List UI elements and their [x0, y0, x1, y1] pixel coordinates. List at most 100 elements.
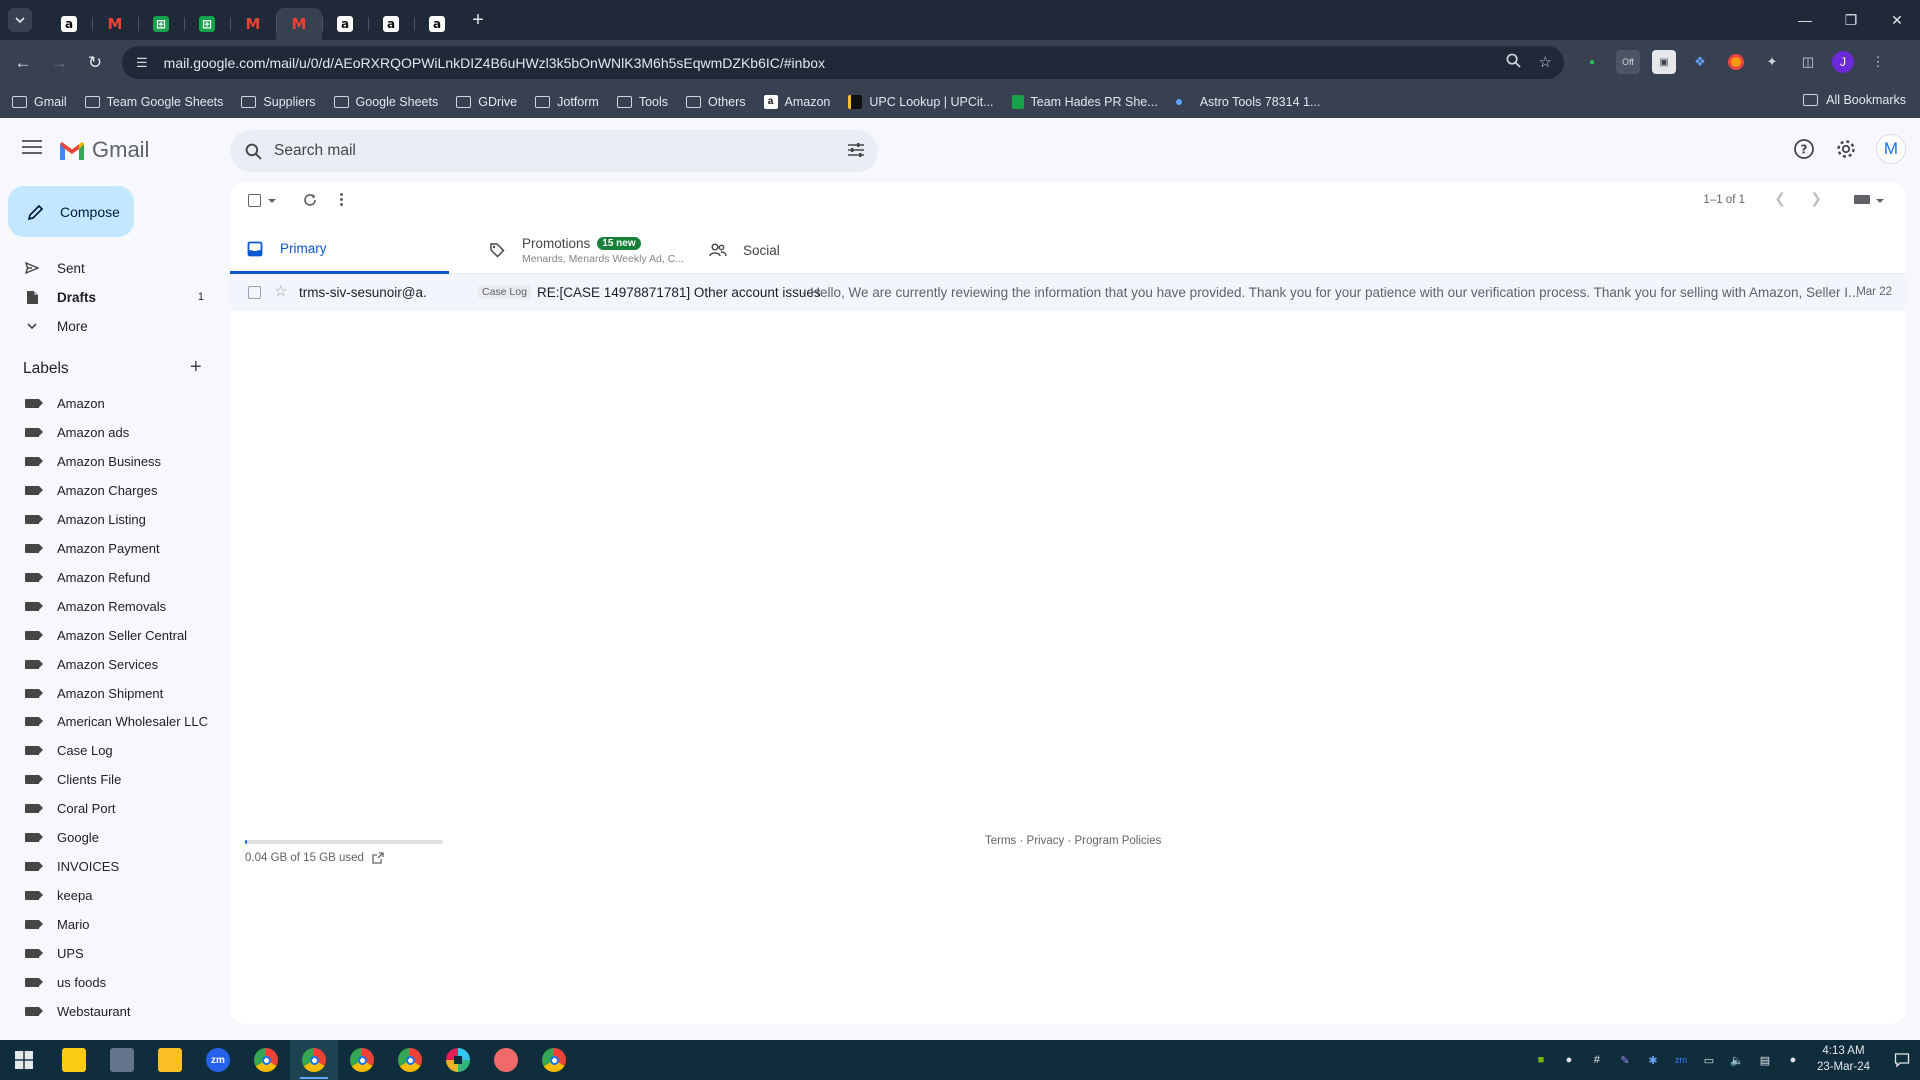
label-item[interactable]: Case Log — [0, 737, 218, 764]
taskbar-zoom[interactable]: zm — [194, 1040, 242, 1080]
email-label-chip[interactable]: Case Log — [478, 285, 531, 299]
taskbar-calculator[interactable] — [98, 1040, 146, 1080]
label-item[interactable]: INVOICES — [0, 853, 218, 880]
image-extension-icon[interactable]: ▣ — [1652, 50, 1676, 74]
account-avatar[interactable]: M — [1876, 134, 1906, 164]
bookmark-item[interactable]: Gmail — [12, 95, 67, 109]
browser-tab[interactable]: M — [92, 8, 138, 40]
color-extension-icon[interactable] — [1724, 50, 1748, 74]
taskbar-chrome[interactable] — [530, 1040, 578, 1080]
settings-gear-icon[interactable] — [1834, 137, 1858, 161]
input-tools-dropdown-icon[interactable] — [1876, 199, 1884, 203]
address-bar[interactable]: ☰ mail.google.com/mail/u/0/d/AEoRXRQOPWi… — [122, 46, 1564, 79]
label-item[interactable]: Amazon Services — [0, 651, 218, 678]
bookmark-item[interactable]: Suppliers — [241, 95, 316, 109]
label-item[interactable]: Google — [0, 824, 218, 851]
label-item[interactable]: Clients File — [0, 766, 218, 793]
bookmark-item[interactable]: GDrive — [456, 95, 517, 109]
forward-button[interactable]: → — [42, 46, 76, 80]
browser-tab[interactable]: ⊞ — [138, 8, 184, 40]
sidebar-item-more[interactable]: More — [0, 312, 218, 340]
label-item[interactable]: Amazon Payment — [0, 535, 218, 562]
taskbar-asana[interactable] — [482, 1040, 530, 1080]
restore-button[interactable]: ❐ — [1828, 0, 1874, 40]
tab-promotions[interactable]: Promotions 15 new Menards, Menards Weekl… — [472, 226, 702, 274]
browser-tab[interactable]: a — [368, 8, 414, 40]
select-all-checkbox[interactable] — [248, 194, 261, 207]
bookmark-item[interactable]: Google Sheets — [333, 95, 438, 109]
more-actions-icon[interactable] — [340, 193, 343, 206]
tab-primary[interactable]: Primary — [230, 226, 449, 274]
search-icon[interactable] — [242, 140, 264, 162]
label-item[interactable]: Amazon — [0, 390, 218, 417]
open-external-icon[interactable] — [372, 852, 384, 864]
zoom-icon[interactable] — [1506, 53, 1521, 72]
input-tools-icon[interactable] — [1854, 195, 1870, 204]
usb-icon[interactable]: ▭ — [1700, 1051, 1718, 1069]
email-row[interactable]: ☆ trms-siv-sesunoir@a. Case Log RE:[CASE… — [230, 274, 1906, 310]
bookmark-item[interactable]: Team Hades PR She... — [1011, 94, 1158, 109]
network-icon[interactable]: ▤ — [1756, 1051, 1774, 1069]
tab-social[interactable]: Social — [693, 226, 893, 274]
compose-button[interactable]: Compose — [8, 186, 134, 237]
url-text[interactable]: mail.google.com/mail/u/0/d/AEoRXRQOPWiLn… — [164, 55, 825, 71]
keepa-extension-icon[interactable]: ● — [1580, 50, 1604, 74]
sidebar-item-sent[interactable]: Sent — [0, 254, 218, 282]
label-item[interactable]: Amazon ads — [0, 419, 218, 446]
tab-search-button[interactable] — [8, 8, 32, 32]
taskbar-chrome[interactable] — [386, 1040, 434, 1080]
search-options-icon[interactable] — [846, 140, 866, 163]
taskbar-file-explorer[interactable] — [146, 1040, 194, 1080]
side-panel-icon[interactable]: ◫ — [1796, 50, 1820, 74]
help-icon[interactable]: ? — [1792, 137, 1816, 161]
label-item[interactable]: Mario — [0, 911, 218, 938]
taskbar-chrome[interactable] — [242, 1040, 290, 1080]
all-bookmarks-button[interactable]: All Bookmarks — [1803, 93, 1906, 107]
newer-page-button[interactable]: ❮ — [1774, 190, 1786, 207]
browser-tab[interactable]: a — [414, 8, 460, 40]
label-item[interactable]: Amazon Removals — [0, 593, 218, 620]
site-info-icon[interactable]: ☰ — [136, 55, 148, 71]
reload-button[interactable]: ↻ — [78, 46, 112, 80]
label-item[interactable]: us foods — [0, 969, 218, 996]
taskbar-chrome[interactable] — [338, 1040, 386, 1080]
main-menu-icon[interactable] — [22, 140, 42, 154]
bookmark-star-icon[interactable]: ☆ — [1539, 53, 1552, 72]
label-item[interactable]: Amazon Business — [0, 448, 218, 475]
dropbox-extension-icon[interactable]: ❖ — [1688, 50, 1712, 74]
browser-tab[interactable]: a — [322, 8, 368, 40]
footer-links[interactable]: Terms · Privacy · Program Policies — [985, 835, 1161, 847]
start-button[interactable] — [0, 1040, 48, 1080]
bookmark-item[interactable]: Team Google Sheets — [84, 95, 223, 109]
gmail-logo[interactable]: Gmail — [58, 137, 149, 163]
zoom-tray-icon[interactable]: zm — [1672, 1051, 1690, 1069]
back-button[interactable]: ← — [6, 46, 40, 80]
label-item[interactable]: Coral Port — [0, 795, 218, 822]
notifications-icon[interactable] — [1884, 1040, 1920, 1080]
system-clock[interactable]: 4:13 AM 23-Mar-24 — [1817, 1044, 1870, 1075]
close-window-button[interactable]: ✕ — [1874, 0, 1920, 40]
bookmark-item[interactable]: UPC Lookup | UPCit... — [848, 94, 994, 109]
profile-avatar[interactable]: J — [1832, 51, 1854, 73]
taskbar-sticky-notes[interactable] — [50, 1040, 98, 1080]
microphone-icon[interactable]: ● — [1784, 1051, 1802, 1069]
browser-tab[interactable]: M — [230, 8, 276, 40]
label-item[interactable]: Amazon Listing — [0, 506, 218, 533]
select-dropdown-icon[interactable] — [268, 199, 276, 203]
label-item[interactable]: UPS — [0, 940, 218, 967]
nvidia-tray-icon[interactable]: ■ — [1532, 1051, 1550, 1069]
off-extension-icon[interactable]: Off — [1616, 50, 1640, 74]
label-item[interactable]: Webstaurant — [0, 998, 218, 1025]
bookmark-item[interactable]: Others — [686, 95, 746, 109]
bookmark-item[interactable]: Jotform — [535, 95, 599, 109]
bookmark-item[interactable]: Tools — [616, 95, 668, 109]
search-input[interactable] — [274, 142, 794, 160]
browser-tab[interactable]: ⊞ — [184, 8, 230, 40]
bookmark-item[interactable]: a Amazon — [763, 94, 830, 109]
label-item[interactable]: Amazon Refund — [0, 564, 218, 591]
taskbar-chrome[interactable] — [290, 1040, 338, 1080]
new-tab-button[interactable]: + — [464, 6, 492, 34]
volume-icon[interactable]: 🔈 — [1728, 1051, 1746, 1069]
label-item[interactable]: American Wholesaler LLC — [0, 708, 218, 735]
email-select-checkbox[interactable] — [248, 286, 261, 299]
